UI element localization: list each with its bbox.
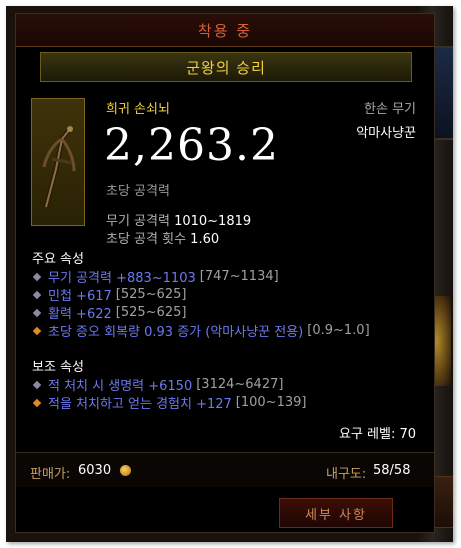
stat-range: [3124~6427] (196, 377, 284, 392)
item-name-bar: 군왕의 승리 (40, 52, 412, 82)
primary-stats-heading: 주요 속성 (32, 252, 84, 267)
details-button[interactable]: 세부 사항 (279, 498, 393, 528)
bullet-diamond-icon (32, 308, 42, 317)
item-name: 군왕의 승리 (186, 58, 266, 77)
hand-crossbow-icon (42, 126, 76, 208)
stat-row: 활력 +622 [525~625] (32, 303, 187, 322)
level-requirement: 요구 레벨: 70 (338, 427, 416, 442)
attack-speed-label: 초당 공격 횟수 (106, 232, 187, 247)
stat-row: 적 처치 시 생명력 +6150 [3124~6427] (32, 375, 284, 394)
stat-text: 적을 처치하고 얻는 경험치 +127 (48, 397, 232, 412)
class-restriction: 악마사냥꾼 (356, 126, 416, 141)
stat-range: [525~625] (115, 305, 187, 320)
item-tooltip-window: 착용 중 군왕의 승리 희귀 손쇠뇌 한손 무기 악마사냥꾼 2,263.2 초… (6, 6, 453, 542)
item-icon-slot (31, 98, 85, 226)
stat-text: 적 처치 시 생명력 +6150 (48, 379, 193, 394)
bullet-diamond-icon (32, 290, 42, 299)
secondary-stats-heading: 보조 속성 (32, 360, 84, 375)
stat-text: 무기 공격력 +883~1103 (48, 271, 196, 286)
equipped-header: 착용 중 (16, 14, 434, 47)
stat-range: [747~1134] (199, 269, 279, 284)
weapon-damage-value: 1010~1819 (174, 214, 252, 229)
weapon-damage-line: 무기 공격력 1010~1819 (106, 210, 251, 229)
sell-price-value: 6030 (78, 463, 112, 478)
stat-text: 초당 증오 회복량 0.93 증가 (악마사냥꾼 전용) (48, 325, 304, 340)
item-rarity-type: 희귀 손쇠뇌 (106, 102, 170, 117)
weapon-damage-label: 무기 공격력 (106, 214, 170, 229)
stat-range: [100~139] (235, 395, 307, 410)
attack-speed-line: 초당 공격 횟수 1.60 (106, 228, 219, 247)
durability-value: 58/58 (373, 463, 411, 478)
stat-text: 활력 +622 (48, 307, 112, 322)
bullet-diamond-icon (32, 398, 42, 407)
sell-price-label: 판매가: (30, 467, 71, 482)
attack-speed-value: 1.60 (190, 232, 220, 247)
tooltip-panel: 착용 중 군왕의 승리 희귀 손쇠뇌 한손 무기 악마사냥꾼 2,263.2 초… (15, 13, 435, 533)
stat-range: [0.9~1.0] (307, 323, 370, 338)
stat-text: 민첩 +617 (48, 289, 112, 304)
bullet-diamond-icon (32, 272, 42, 281)
gold-coin-icon (120, 465, 131, 476)
item-slot: 한손 무기 (364, 102, 416, 117)
dps-value: 2,263.2 (104, 120, 279, 171)
stat-row: 민첩 +617 [525~625] (32, 285, 187, 304)
bullet-diamond-icon (32, 380, 42, 389)
stat-row: 초당 증오 회복량 0.93 증가 (악마사냥꾼 전용) [0.9~1.0] (32, 321, 370, 340)
stat-range: [525~625] (115, 287, 187, 302)
stat-row: 무기 공격력 +883~1103 [747~1134] (32, 267, 279, 286)
dps-label: 초당 공격력 (106, 184, 170, 199)
stat-row: 적을 처치하고 얻는 경험치 +127 [100~139] (32, 393, 307, 412)
durability-label: 내구도: (326, 467, 367, 482)
bullet-diamond-icon (32, 326, 42, 335)
tooltip-footer: 판매가: 6030 내구도: 58/58 (16, 453, 434, 487)
equipped-title: 착용 중 (197, 21, 253, 40)
